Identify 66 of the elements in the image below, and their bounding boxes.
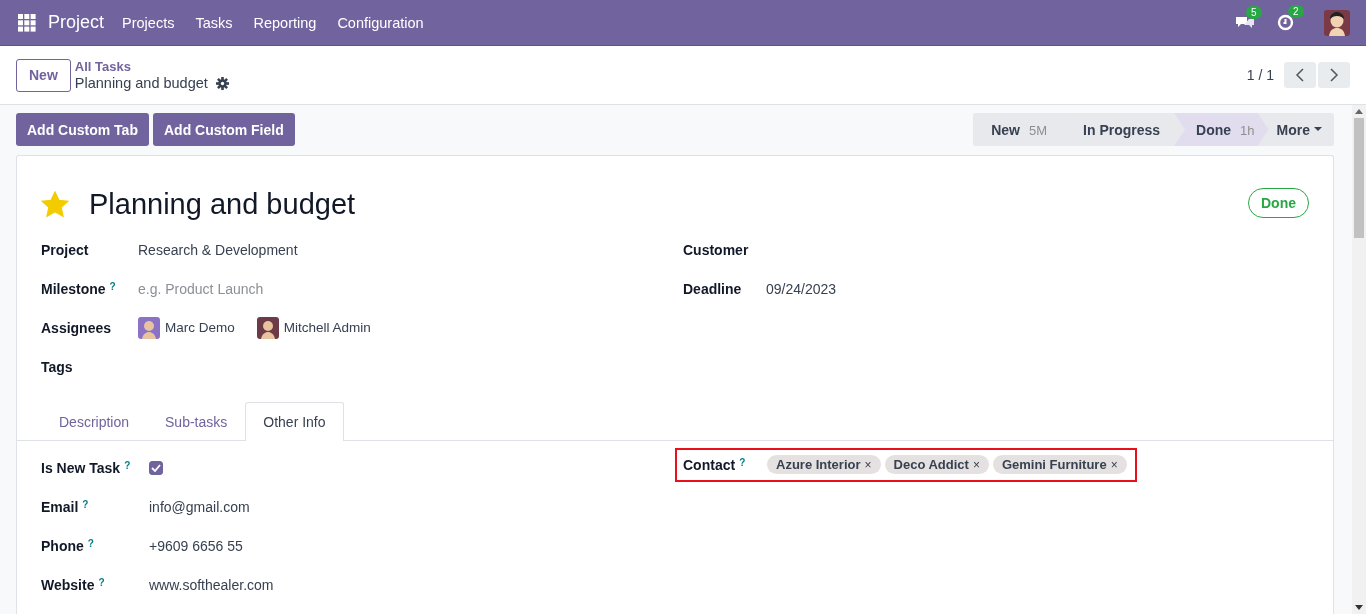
- action-button[interactable]: Add Custom Field: [152, 113, 295, 146]
- stage-button[interactable]: Done 1h: [1174, 113, 1269, 146]
- field-value[interactable]: +9609 6656 55: [149, 537, 243, 554]
- new-button[interactable]: New: [16, 58, 71, 92]
- help-tooltip[interactable]: ?: [124, 459, 131, 471]
- field-label: Assignees: [41, 319, 112, 336]
- caret-icon: [1314, 127, 1322, 132]
- action-button[interactable]: Add Custom Tab: [16, 113, 149, 146]
- menu-item[interactable]: Configuration: [337, 14, 424, 31]
- scroll-up-icon[interactable]: [1355, 109, 1363, 114]
- assignee-name[interactable]: Marc Demo: [165, 320, 235, 335]
- field-value[interactable]: www.softhealer.com: [149, 576, 274, 593]
- user-avatar-icon[interactable]: [1324, 9, 1350, 36]
- contact-tag[interactable]: Deco Addict ×: [884, 455, 989, 474]
- field-label: Email: [41, 498, 79, 515]
- field-label: Contact: [683, 456, 736, 473]
- assignee-name[interactable]: Mitchell Admin: [283, 320, 371, 335]
- avatar-icon: [138, 316, 160, 339]
- help-tooltip[interactable]: ?: [739, 456, 746, 468]
- tab[interactable]: Description: [41, 402, 148, 440]
- remove-tag-button[interactable]: ×: [972, 457, 980, 472]
- scrollbar-thumb[interactable]: [1354, 118, 1364, 238]
- clock-icon[interactable]: [1277, 14, 1294, 31]
- field-label: Is New Task: [41, 459, 121, 476]
- pager-count: 1 / 1: [1246, 67, 1274, 83]
- contact-tag[interactable]: Azure Interior ×: [767, 455, 881, 474]
- remove-tag-button[interactable]: ×: [864, 457, 872, 472]
- field-label: Phone: [41, 537, 84, 554]
- field-value[interactable]: info@gmail.com: [149, 498, 250, 515]
- record-name: Planning and budget: [74, 75, 208, 91]
- notification-badge: 5: [1246, 5, 1262, 19]
- contact-tag[interactable]: Gemini Furniture ×: [992, 455, 1127, 474]
- field-value[interactable]: 09/24/2023: [766, 280, 837, 297]
- field-value[interactable]: Research & Development: [138, 241, 298, 258]
- apps-menu-icon[interactable]: [18, 13, 36, 32]
- field-label: Project: [41, 241, 89, 258]
- chevron-left-icon: [1295, 67, 1305, 83]
- scroll-down-icon[interactable]: [1355, 605, 1363, 610]
- app-name[interactable]: Project: [48, 12, 105, 33]
- help-tooltip[interactable]: ?: [98, 576, 105, 588]
- field-label: Website: [41, 576, 95, 593]
- remove-tag-button[interactable]: ×: [1110, 457, 1118, 472]
- star-icon[interactable]: [41, 190, 69, 218]
- previous-button[interactable]: [1284, 62, 1316, 88]
- tab[interactable]: Other Info: [245, 402, 344, 441]
- more-button[interactable]: More: [1268, 113, 1334, 146]
- help-tooltip[interactable]: ?: [82, 498, 89, 510]
- task-title: Planning and budget: [89, 187, 356, 221]
- gear-icon[interactable]: [215, 76, 229, 90]
- menu-item[interactable]: Tasks: [195, 14, 233, 31]
- field-label: Tags: [41, 358, 73, 375]
- next-button[interactable]: [1318, 62, 1350, 88]
- checkbox[interactable]: [149, 460, 163, 475]
- chevron-right-icon: [1329, 67, 1339, 83]
- tab[interactable]: Sub-tasks: [147, 402, 246, 440]
- avatar-icon: [256, 316, 279, 339]
- help-tooltip[interactable]: ?: [87, 537, 94, 549]
- field-label: Milestone: [41, 280, 106, 297]
- breadcrumb-link[interactable]: All Tasks: [74, 59, 229, 75]
- notification-badge: 2: [1288, 5, 1304, 18]
- help-tooltip[interactable]: ?: [109, 280, 116, 292]
- field-label: Customer: [683, 241, 749, 258]
- menu-item[interactable]: Reporting: [253, 14, 317, 31]
- scrollbar[interactable]: [1352, 105, 1366, 614]
- menu-item[interactable]: Projects: [122, 14, 175, 31]
- field-label: Deadline: [683, 280, 742, 297]
